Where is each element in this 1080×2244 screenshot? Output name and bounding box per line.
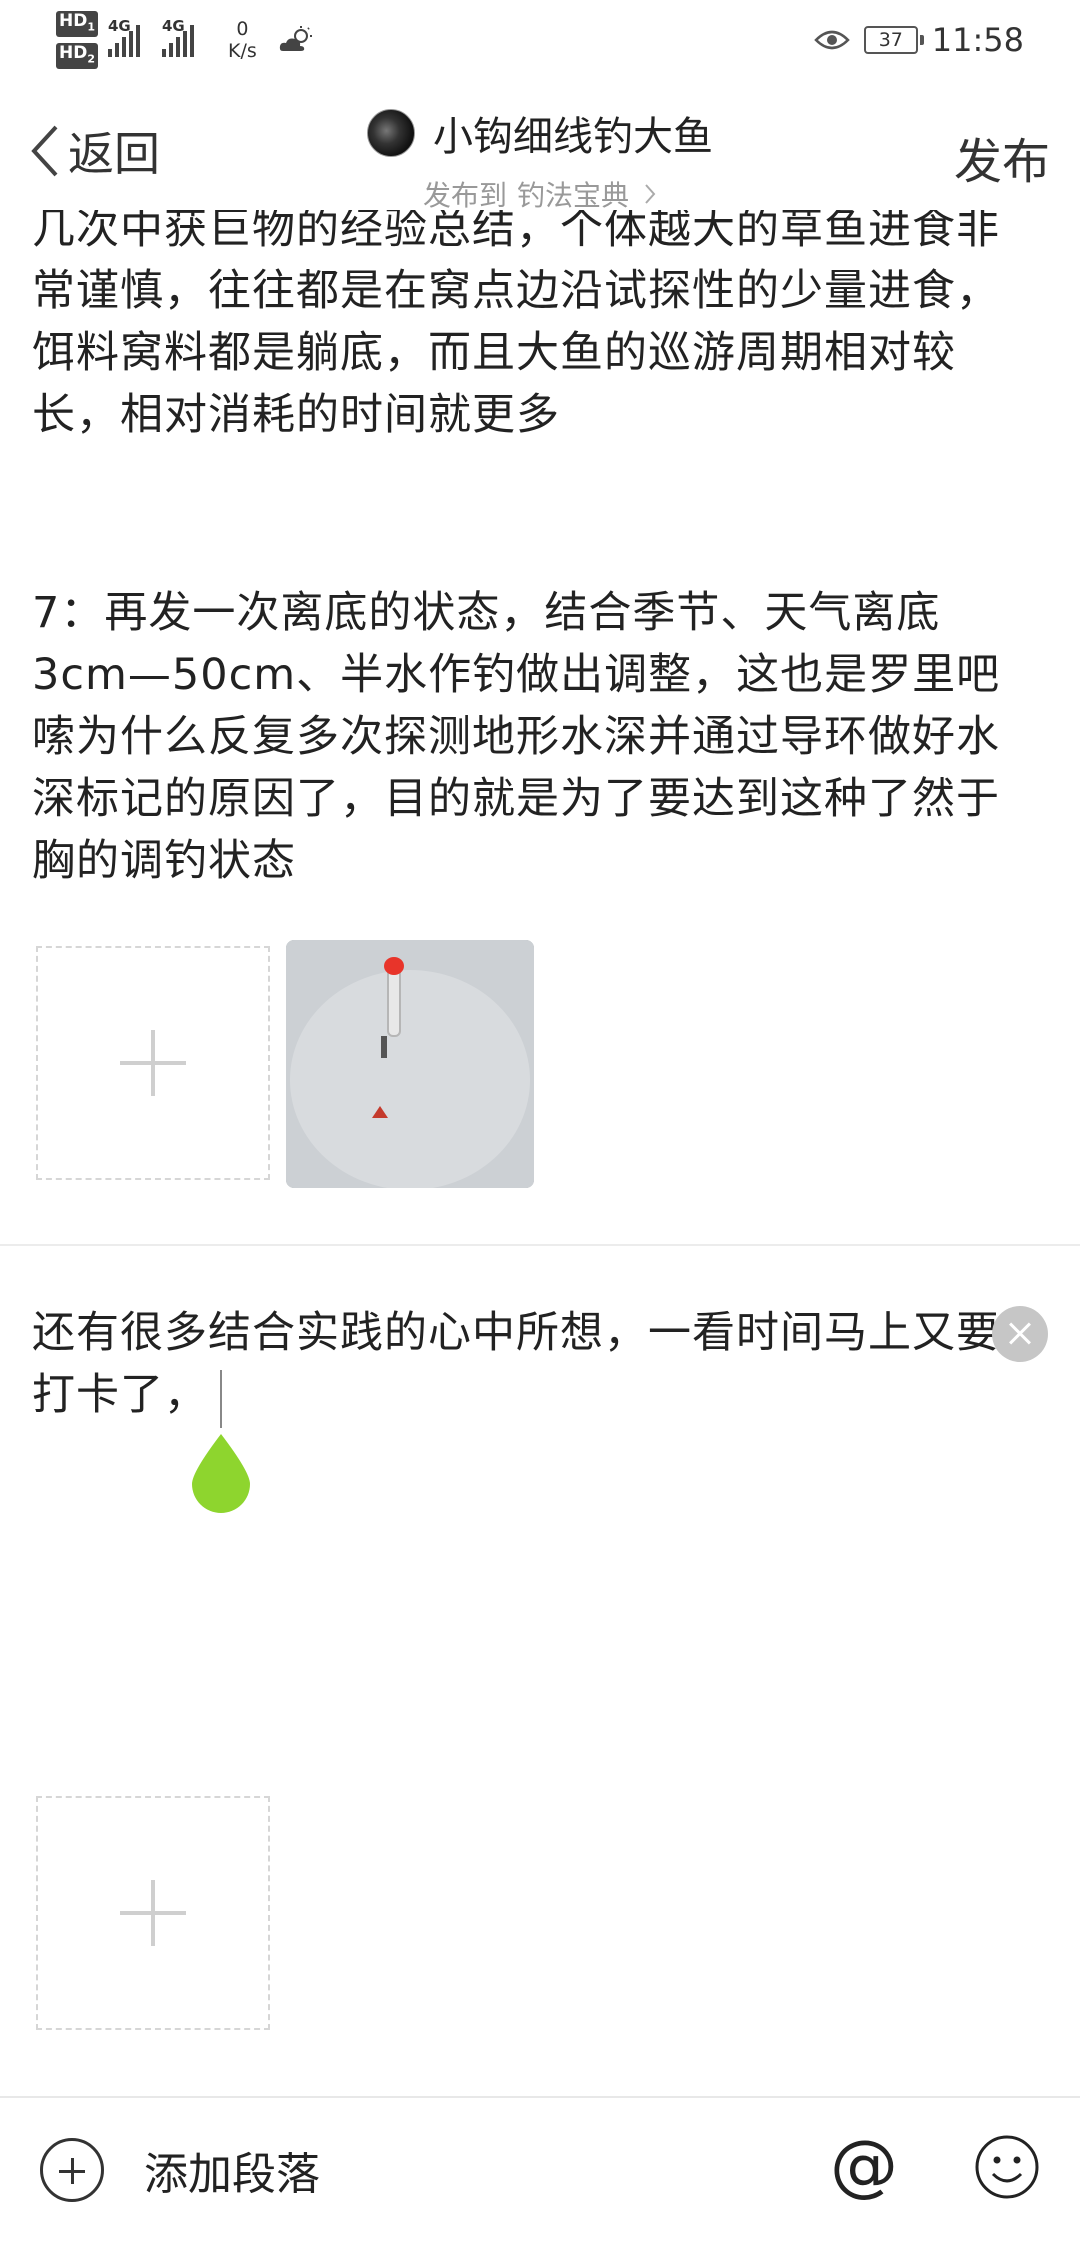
weather-icon xyxy=(279,26,312,51)
network-speed: 0 K/s xyxy=(228,18,257,62)
hd-badge-1: HD1 xyxy=(56,10,98,37)
status-left: HD1 HD2 4G 4G 0 K/s xyxy=(56,10,317,70)
float-photo-image xyxy=(286,940,534,1188)
editor-content: 几次中获巨物的经验总结，个体越大的草鱼进食非常谨慎，往往都是在窝点边沿试探性的少… xyxy=(0,210,1080,2096)
status-bar: HD1 HD2 4G 4G 0 K/s 37 11:58 xyxy=(0,0,1080,80)
publish-to-prefix: 发布到 xyxy=(422,179,507,212)
hd2-sub: 2 xyxy=(87,52,95,66)
add-image-button-1[interactable] xyxy=(36,946,270,1180)
status-right: 37 11:58 xyxy=(814,18,1024,62)
hd1-text: HD xyxy=(59,10,88,31)
close-icon[interactable] xyxy=(992,1306,1048,1362)
hd2-text: HD xyxy=(59,43,88,63)
eye-icon xyxy=(814,30,850,50)
chevron-right-icon xyxy=(645,184,656,204)
attached-photo-thumbnail[interactable] xyxy=(286,940,534,1188)
signal-icon-2: 4G xyxy=(162,17,206,57)
mention-button[interactable]: @ xyxy=(830,2126,898,2206)
add-paragraph-button[interactable]: 添加段落 xyxy=(40,2138,320,2202)
speed-value: 0 xyxy=(236,18,249,40)
paragraph-text-1[interactable]: 几次中获巨物的经验总结，个体越大的草鱼进食非常谨慎，往往都是在窝点边沿试探性的少… xyxy=(32,210,1032,446)
publish-target-selector[interactable]: 发布到 钓法宝典 xyxy=(0,174,1080,214)
plus-icon xyxy=(120,1030,186,1096)
nav-bar: 返回 小钩细线钓大鱼 发布到 钓法宝典 发布 xyxy=(0,90,1080,212)
speed-unit: K/s xyxy=(228,40,257,62)
paragraph-text-2[interactable]: 7：再发一次离底的状态，结合季节、天气离底3cm—50cm、半水作钓做出调整，这… xyxy=(32,582,1032,892)
network-type-2: 4G xyxy=(162,17,185,35)
plus-icon xyxy=(120,1880,186,1946)
clock: 11:58 xyxy=(931,21,1024,59)
cursor-handle-icon[interactable] xyxy=(190,1434,252,1514)
add-image-button-2[interactable] xyxy=(36,1796,270,2030)
publish-to-target: 钓法宝典 xyxy=(517,179,630,212)
network-type-1: 4G xyxy=(108,17,131,35)
add-paragraph-label: 添加段落 xyxy=(144,2149,320,2200)
smiley-icon[interactable] xyxy=(974,2134,1040,2200)
nav-center: 小钩细线钓大鱼 发布到 钓法宝典 xyxy=(0,104,1080,214)
signal-icon-1: 4G xyxy=(108,17,152,57)
battery-icon: 37 xyxy=(863,26,924,54)
bottom-toolbar: 添加段落 @ xyxy=(0,2096,1080,2244)
text-cursor xyxy=(220,1370,222,1428)
hd1-sub: 1 xyxy=(87,20,95,33)
title-row: 小钩细线钓大鱼 xyxy=(0,104,1080,162)
plus-circle-icon xyxy=(40,2138,104,2202)
page-title: 小钩细线钓大鱼 xyxy=(433,114,713,160)
paragraph-text-3[interactable]: 还有很多结合实践的心中所想，一看时间马上又要打卡了， xyxy=(32,1302,1032,1426)
publish-button[interactable]: 发布 xyxy=(954,122,1050,192)
hd-indicators: HD1 HD2 xyxy=(56,10,98,70)
battery-level: 37 xyxy=(878,29,903,51)
hd-badge-2: HD2 xyxy=(56,43,98,70)
section-divider xyxy=(0,1244,1080,1246)
avatar xyxy=(367,109,415,157)
